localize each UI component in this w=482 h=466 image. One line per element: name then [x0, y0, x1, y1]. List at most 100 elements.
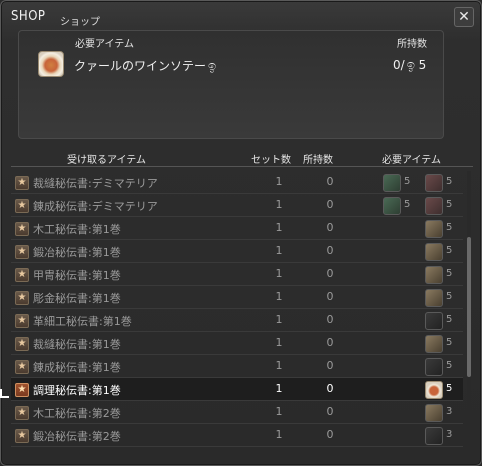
- item-name: 錬成秘伝書:第1巻: [33, 361, 121, 374]
- item-name: 木工秘伝書:第1巻: [33, 223, 121, 236]
- master-book-icon: ★: [15, 291, 29, 305]
- dish-icon[interactable]: [425, 381, 443, 399]
- set-count: 1: [275, 336, 283, 349]
- material-quantity: 5: [446, 314, 453, 325]
- owned-count: 0: [326, 405, 334, 418]
- list-item[interactable]: ★ 彫金秘伝書:第1巻 1 0 5: [11, 286, 463, 309]
- item-name: 甲冑秘伝書:第1巻: [33, 269, 121, 282]
- set-count: 1: [275, 313, 283, 326]
- set-count: 1: [275, 198, 283, 211]
- master-book-icon: ★: [15, 268, 29, 282]
- master-book-icon: ★: [15, 406, 29, 420]
- required-item-name[interactable]: クァールのワインソテー ඉ: [74, 57, 216, 74]
- set-count: 1: [275, 359, 283, 372]
- owned-count: 0: [326, 336, 334, 349]
- green-materia-icon[interactable]: [383, 174, 401, 192]
- list-item[interactable]: ★ 錬成秘伝書:デミマテリア 1 0 5 5: [11, 194, 463, 217]
- item-name: 錬成秘伝書:デミマテリア: [33, 200, 158, 213]
- lumber-icon[interactable]: [425, 266, 443, 284]
- material-quantity: 5: [404, 199, 411, 210]
- master-book-icon: ★: [15, 314, 29, 328]
- material-quantity: 5: [446, 360, 453, 371]
- owned-header: 所持数: [303, 155, 333, 166]
- material-quantity: 3: [446, 406, 453, 417]
- list-item[interactable]: ★ 甲冑秘伝書:第1巻 1 0 5: [11, 263, 463, 286]
- material-quantity: 5: [446, 268, 453, 279]
- ingot-icon[interactable]: [425, 427, 443, 445]
- header-divider: [11, 166, 473, 167]
- hq-icon: ඉ: [208, 59, 217, 74]
- list-item[interactable]: ★ 鍛冶秘伝書:第1巻 1 0 5: [11, 240, 463, 263]
- window-title: SHOP: [11, 9, 46, 24]
- item-name: 調理秘伝書:第1巻: [33, 384, 121, 397]
- list-item[interactable]: ★ 鍛冶秘伝書:第2巻 1 0 3: [11, 424, 463, 447]
- owned-count: 0: [326, 290, 334, 303]
- list-item[interactable]: ★ 木工秘伝書:第1巻 1 0 5: [11, 217, 463, 240]
- list-item[interactable]: ★ 裁縫秘伝書:デミマテリア 1 0 5 5: [11, 171, 463, 194]
- owned-count: 0: [326, 198, 334, 211]
- list-item[interactable]: ★ 木工秘伝書:第2巻 1 0 3: [11, 401, 463, 424]
- lumber-icon[interactable]: [425, 243, 443, 261]
- set-count: 1: [275, 244, 283, 257]
- material-quantity: 5: [446, 291, 453, 302]
- master-book-icon: ★: [15, 360, 29, 374]
- green-materia-icon[interactable]: [383, 197, 401, 215]
- item-name: 裁縫秘伝書:第1巻: [33, 338, 121, 351]
- scrollbar-thumb[interactable]: [467, 237, 471, 377]
- owned-count: 0: [326, 267, 334, 280]
- material-quantity: 5: [446, 222, 453, 233]
- list-item[interactable]: ★ 調理秘伝書:第1巻 1 0 5: [11, 378, 463, 401]
- set-count: 1: [275, 428, 283, 441]
- item-name: 鍛冶秘伝書:第2巻: [33, 430, 121, 443]
- set-count: 1: [275, 290, 283, 303]
- required-item-panel: 必要アイテム 所持数 クァールのワインソテー ඉ 0/ඉ 5: [18, 30, 444, 139]
- ingot-icon[interactable]: [425, 312, 443, 330]
- lumber-icon[interactable]: [425, 404, 443, 422]
- shop-window: SHOP ショップ ✕ 必要アイテム 所持数 クァールのワインソテー ඉ 0/ඉ …: [0, 0, 482, 466]
- set-count: 1: [275, 267, 283, 280]
- item-name: 裁縫秘伝書:デミマテリア: [33, 177, 158, 190]
- ingot-icon[interactable]: [425, 358, 443, 376]
- lumber-icon[interactable]: [425, 289, 443, 307]
- list-item[interactable]: ★ 錬成秘伝書:第1巻 1 0 5: [11, 355, 463, 378]
- window-subtitle: ショップ: [60, 17, 100, 28]
- required-items-header: 必要アイテム: [382, 155, 441, 166]
- item-list: ★ 裁縫秘伝書:デミマテリア 1 0 5 5 ★ 錬成秘伝書:デミマテリア 1 0 5 5 ★ 木工秘伝書…: [11, 171, 463, 466]
- set-count: 1: [275, 175, 283, 188]
- title-bar: SHOP ショップ ✕: [1, 1, 481, 31]
- master-book-icon: ★: [15, 245, 29, 259]
- selection-cursor-icon: [0, 389, 9, 398]
- set-count-header: セット数: [251, 155, 291, 166]
- material-quantity: 3: [446, 429, 453, 440]
- red-materia-icon[interactable]: [425, 174, 443, 192]
- material-quantity: 5: [446, 337, 453, 348]
- required-item-header: 必要アイテム: [75, 39, 134, 50]
- master-book-icon: ★: [15, 176, 29, 190]
- set-count: 1: [275, 405, 283, 418]
- owned-count: 0: [326, 221, 334, 234]
- owned-count: 0: [326, 428, 334, 441]
- list-item[interactable]: ★ 裁縫秘伝書:第1巻 1 0 5: [11, 332, 463, 355]
- list-item[interactable]: ★ 革細工秘伝書:第1巻 1 0 5: [11, 309, 463, 332]
- material-quantity: 5: [446, 245, 453, 256]
- material-quantity: 5: [446, 383, 453, 394]
- item-name: 木工秘伝書:第2巻: [33, 407, 121, 420]
- wine-saute-icon[interactable]: [38, 51, 64, 77]
- owned-count: 0: [326, 359, 334, 372]
- lumber-icon[interactable]: [425, 220, 443, 238]
- receive-item-header: 受け取るアイテム: [67, 155, 146, 166]
- set-count: 1: [275, 382, 283, 395]
- item-name: 革細工秘伝書:第1巻: [33, 315, 132, 328]
- required-item-quantity: 0/ඉ 5: [393, 58, 427, 73]
- item-name: 鍛冶秘伝書:第1巻: [33, 246, 121, 259]
- master-book-icon: ★: [15, 337, 29, 351]
- red-materia-icon[interactable]: [425, 197, 443, 215]
- hq-icon: ඉ: [406, 58, 415, 73]
- material-quantity: 5: [446, 199, 453, 210]
- owned-count: 0: [326, 175, 334, 188]
- master-book-icon: ★: [15, 429, 29, 443]
- close-icon[interactable]: ✕: [454, 7, 474, 27]
- item-name: 彫金秘伝書:第1巻: [33, 292, 121, 305]
- material-quantity: 5: [446, 176, 453, 187]
- cloth-icon[interactable]: [425, 335, 443, 353]
